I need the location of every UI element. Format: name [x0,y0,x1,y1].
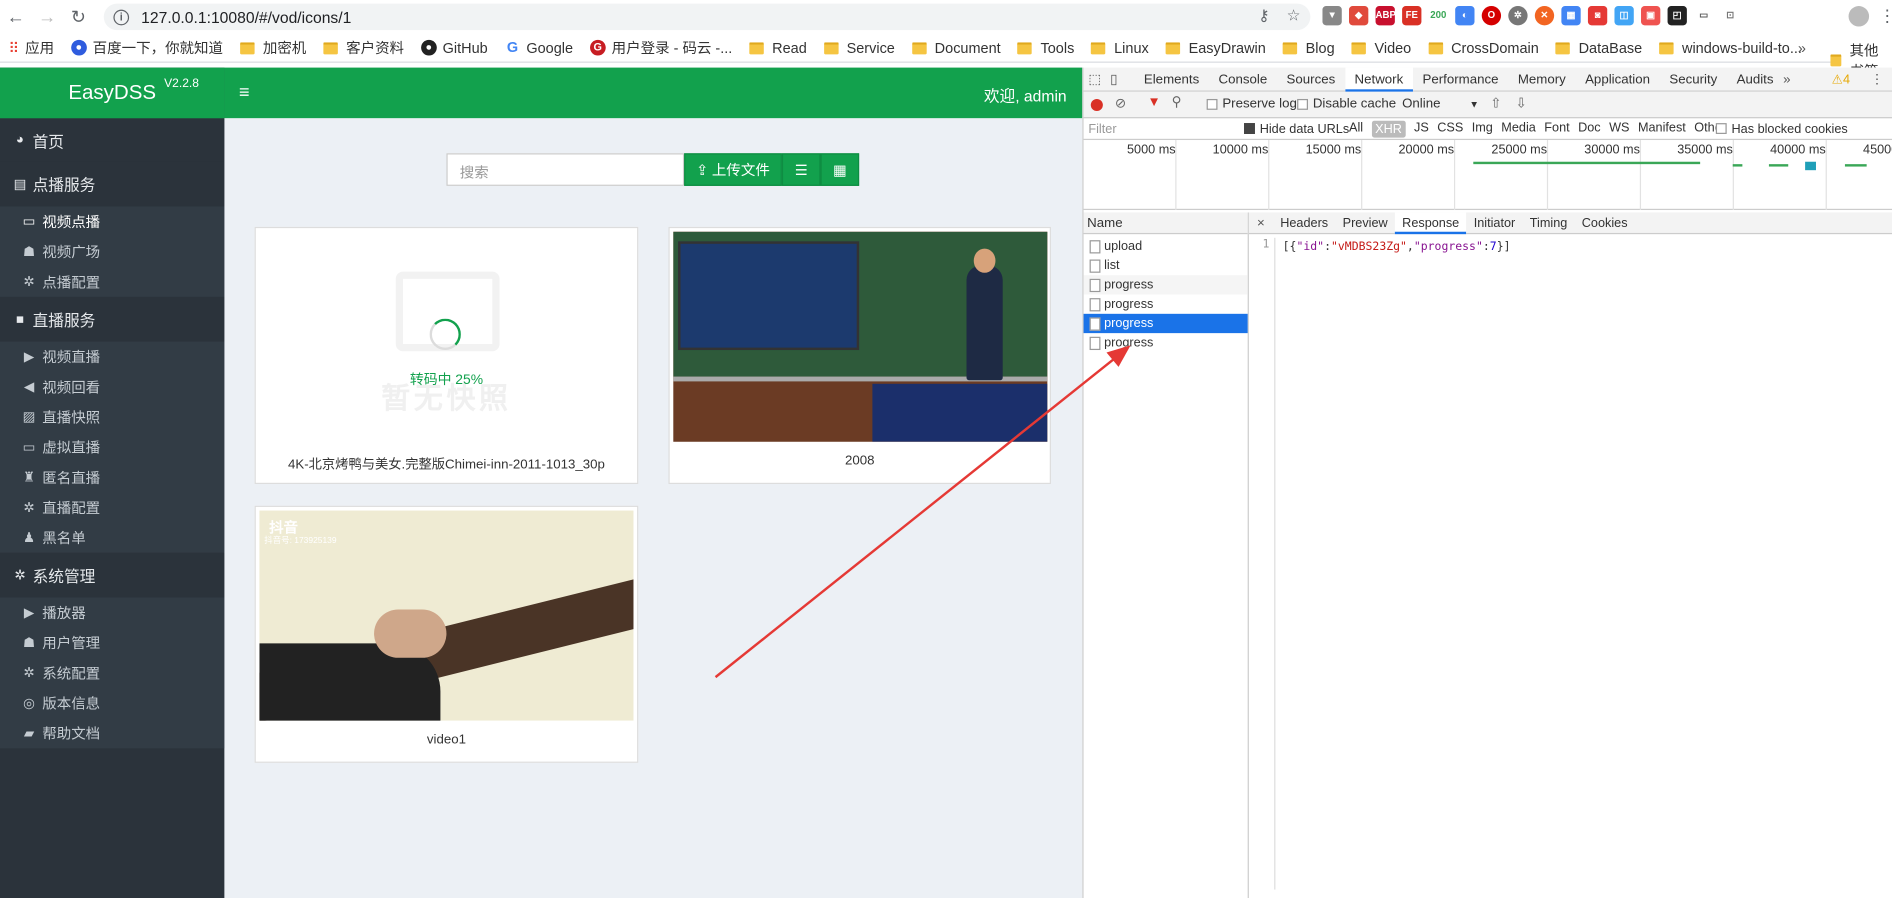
annotation-arrow [714,345,1131,679]
